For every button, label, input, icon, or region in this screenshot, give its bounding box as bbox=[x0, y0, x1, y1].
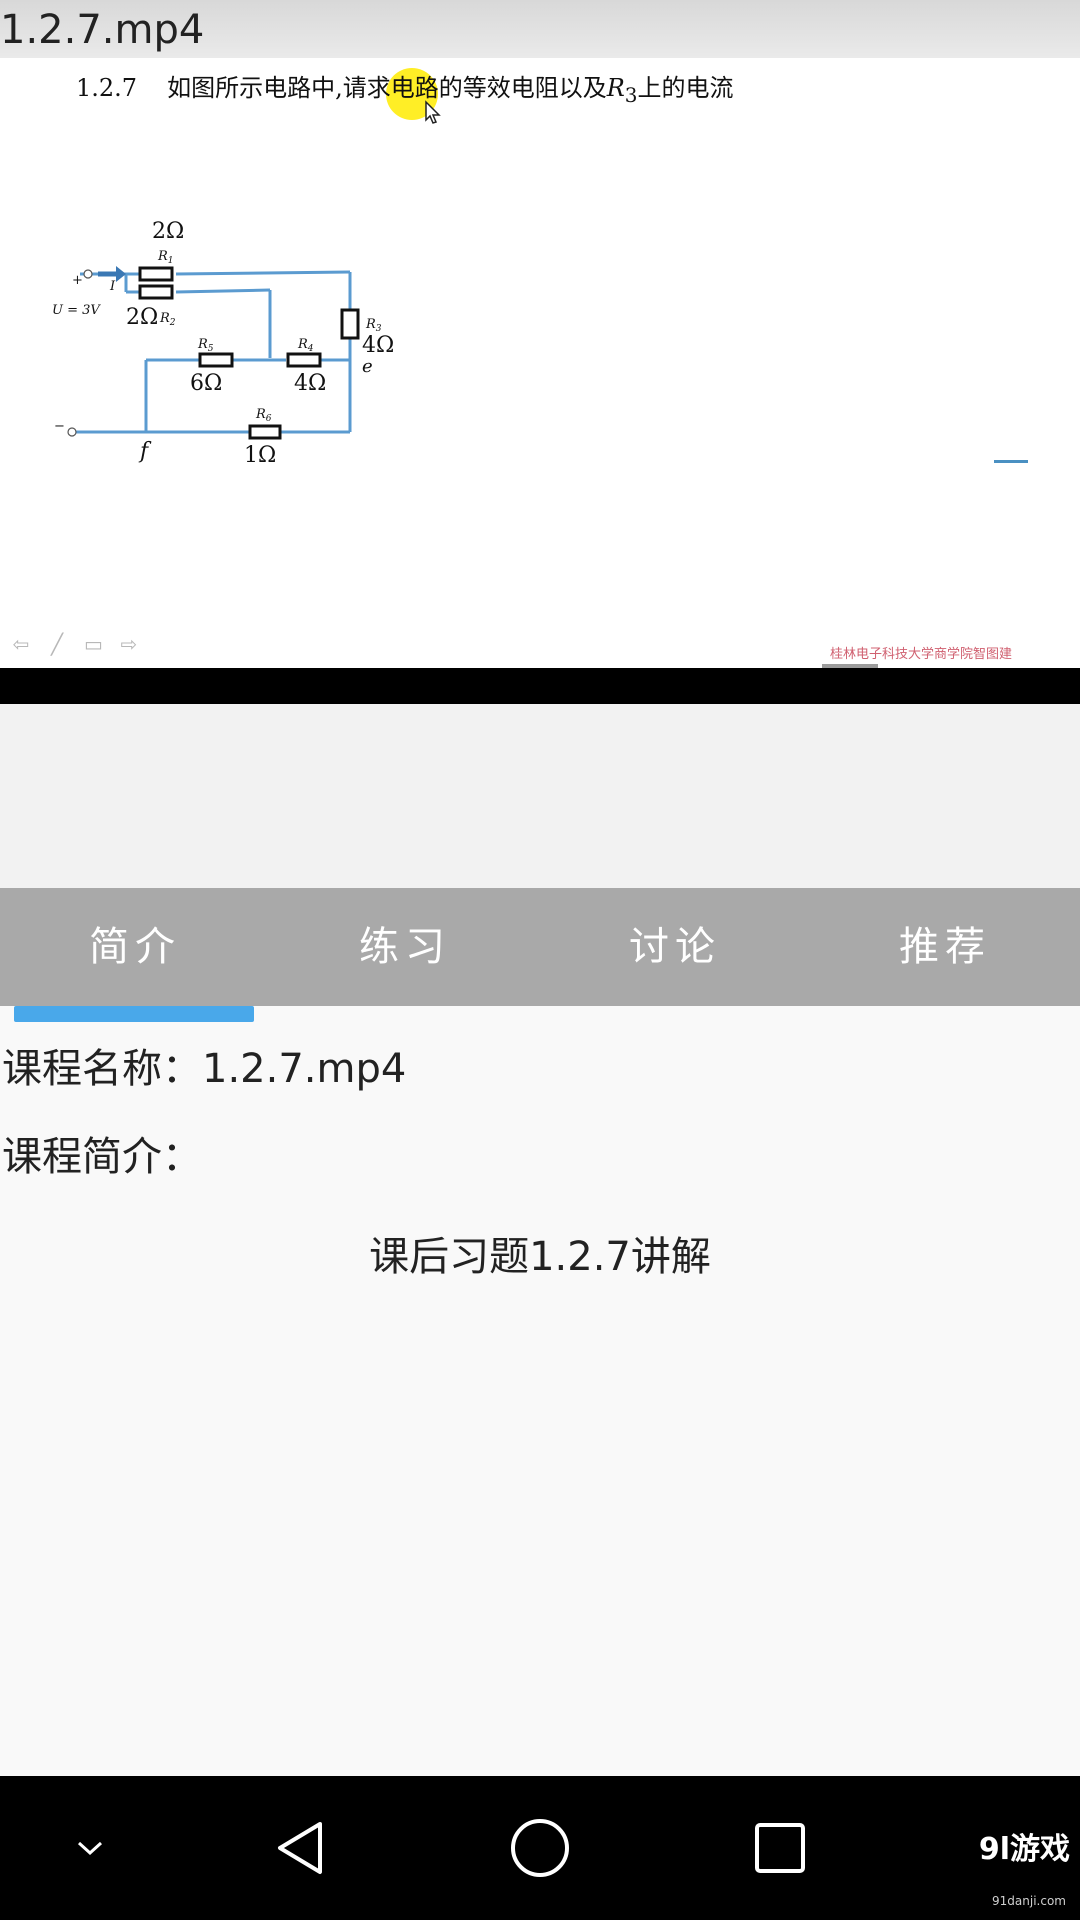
r5-label: R5 bbox=[197, 337, 214, 354]
r2-label-sub: 2 bbox=[169, 318, 176, 328]
r1-value: 2Ω bbox=[152, 219, 184, 244]
r6-label: R6 bbox=[255, 407, 272, 424]
r4-label: R4 bbox=[297, 337, 314, 354]
problem-sub: 3 bbox=[624, 82, 638, 107]
node-e: e bbox=[362, 356, 373, 377]
video-title: 1.2.7.mp4 bbox=[0, 0, 1080, 58]
tab-practice[interactable]: 练习 bbox=[270, 888, 540, 1006]
r4-label-name: R bbox=[297, 337, 308, 352]
recents-square-icon bbox=[755, 1823, 805, 1873]
back-triangle-icon bbox=[278, 1822, 322, 1874]
course-name: 课程名称：1.2.7.mp4 bbox=[2, 1046, 407, 1092]
r6-value: 1Ω bbox=[244, 443, 276, 468]
r6-label-name: R bbox=[255, 407, 266, 422]
brand-url: 91danji.com bbox=[992, 1894, 1066, 1908]
node-f: f bbox=[138, 439, 152, 464]
r5-label-name: R bbox=[197, 337, 208, 352]
tab-discussion[interactable]: 讨论 bbox=[540, 888, 810, 1006]
current-label: I bbox=[109, 279, 116, 294]
mouse-pointer-icon bbox=[425, 100, 441, 124]
r3-label: R3 bbox=[365, 317, 382, 334]
plus-terminal: + bbox=[72, 273, 83, 288]
back-button[interactable] bbox=[260, 1776, 340, 1920]
r4-label-sub: 4 bbox=[307, 344, 314, 354]
problem-text-prefix: 如图所示电路中,请求电路的等效电阻以及 bbox=[167, 74, 607, 102]
course-description: 课后习题1.2.7讲解 bbox=[369, 1234, 711, 1280]
forward-arrow-icon[interactable]: ⇨ bbox=[120, 632, 138, 656]
circuit-diagram: 2Ω R1 2Ω R2 R3 4Ω e R5 6Ω R4 4Ω R6 1Ω f … bbox=[52, 219, 394, 468]
tab-bar: 简介 练习 讨论 推荐 bbox=[0, 888, 1080, 1006]
course-desc-label: 课程简介： bbox=[2, 1134, 202, 1180]
r1-label-name: R bbox=[157, 249, 168, 264]
tab-recommend[interactable]: 推荐 bbox=[810, 888, 1080, 1006]
r6-label-sub: 6 bbox=[266, 414, 272, 424]
minus-terminal: − bbox=[54, 419, 65, 434]
player-controls: ⇦ ╱ ▭ ⇨ bbox=[12, 632, 138, 656]
r2-label: R2 bbox=[159, 311, 176, 328]
back-arrow-icon[interactable]: ⇦ bbox=[12, 632, 30, 656]
home-circle-icon bbox=[511, 1819, 569, 1877]
tab-indicator bbox=[14, 1006, 254, 1022]
r2-label-name: R bbox=[159, 311, 170, 326]
menu-icon[interactable]: ▭ bbox=[84, 632, 103, 656]
r3-value: 4Ω bbox=[362, 333, 394, 358]
navigation-bar bbox=[0, 1776, 1080, 1920]
r1-label: R1 bbox=[157, 249, 174, 266]
r1-label-sub: 1 bbox=[168, 256, 174, 266]
problem-number: 1.2.7 bbox=[76, 74, 138, 102]
recents-button[interactable] bbox=[740, 1776, 820, 1920]
problem-text-suffix: 上的电流 bbox=[637, 74, 734, 102]
problem-var: R bbox=[606, 74, 625, 102]
video-player[interactable]: 1.2.7 如图所示电路中,请求电路的等效电阻以及R3上的电流 2Ω R1 2Ω… bbox=[0, 58, 1080, 668]
r5-label-sub: 5 bbox=[208, 344, 214, 354]
hide-keyboard-button[interactable] bbox=[50, 1776, 130, 1920]
voltage-label: U = 3V bbox=[52, 303, 101, 318]
r3-label-name: R bbox=[365, 317, 376, 332]
drawing-mark bbox=[994, 460, 1028, 463]
tab-intro[interactable]: 简介 bbox=[0, 888, 270, 1006]
r4-value: 4Ω bbox=[294, 371, 326, 396]
problem-statement: 1.2.7 如图所示电路中,请求电路的等效电阻以及R3上的电流 bbox=[76, 68, 734, 107]
home-button[interactable] bbox=[500, 1776, 580, 1920]
pen-icon[interactable]: ╱ bbox=[48, 632, 66, 656]
spacer-area bbox=[0, 704, 1080, 888]
video-bottom-bar bbox=[0, 668, 1080, 704]
r5-value: 6Ω bbox=[190, 371, 222, 396]
brand-logo: 9l游戏 bbox=[978, 1832, 1070, 1867]
watermark: 桂林电子科技大学商学院智图建 bbox=[830, 647, 1013, 662]
chevron-down-icon bbox=[77, 1841, 103, 1856]
r2-value: 2Ω bbox=[126, 305, 158, 330]
